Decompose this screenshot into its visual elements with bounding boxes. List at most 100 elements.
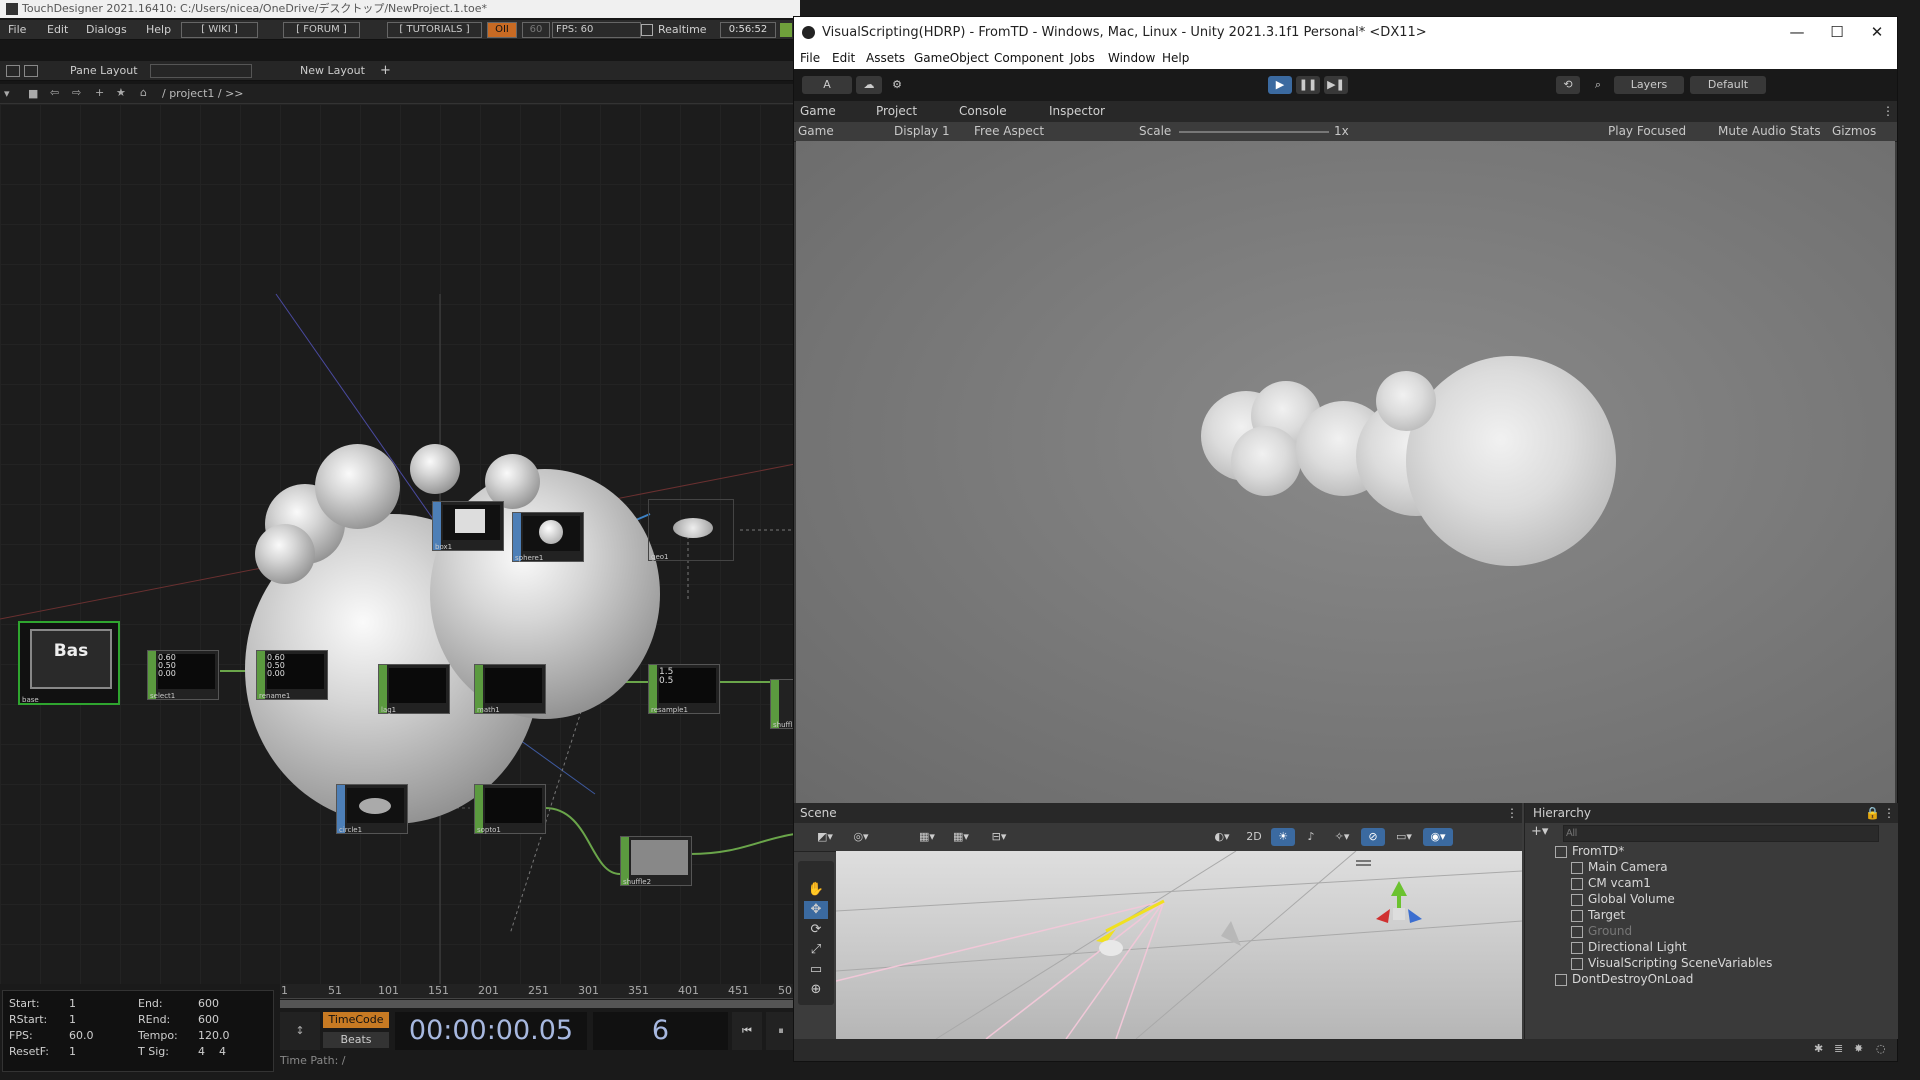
- tab-hierarchy[interactable]: Hierarchy: [1533, 806, 1591, 820]
- tab-inspector[interactable]: Inspector: [1049, 104, 1105, 118]
- hierarchy-more-icon[interactable]: ⋮: [1883, 806, 1895, 820]
- hidden-objects-icon[interactable]: ⊘: [1361, 828, 1385, 846]
- hierarchy-item-ground[interactable]: Ground: [1525, 923, 1920, 939]
- timeline-mode-toggle[interactable]: ↕: [280, 1012, 320, 1050]
- rewind-button[interactable]: ⏮: [732, 1012, 762, 1050]
- base-comp-node[interactable]: Bas base: [18, 621, 120, 705]
- display-dropdown[interactable]: Display 1: [894, 124, 950, 138]
- time-path[interactable]: Time Path: /: [280, 1054, 880, 1070]
- td-dropdown-icon[interactable]: ▾: [4, 87, 10, 100]
- search-icon[interactable]: ⌕: [1586, 76, 1610, 94]
- timecode-display[interactable]: 00:00:00.05: [395, 1012, 587, 1050]
- create-dropdown[interactable]: +▾: [1531, 824, 1555, 840]
- td-oii-indicator[interactable]: OII: [487, 22, 517, 38]
- bug-icon[interactable]: ✱: [1814, 1042, 1823, 1055]
- fps-value[interactable]: 60.0: [69, 1029, 94, 1042]
- td-network-path[interactable]: / project1 / >>: [162, 87, 244, 100]
- tab-scene[interactable]: Scene: [800, 806, 837, 820]
- unity-menu-help[interactable]: Help: [1162, 51, 1189, 65]
- td-back-icon[interactable]: ⇦: [50, 86, 59, 99]
- check-icon[interactable]: ◌: [1876, 1042, 1886, 1055]
- scale-tool-icon[interactable]: ⤢: [804, 941, 828, 959]
- layout-dropdown[interactable]: Default: [1690, 76, 1766, 94]
- scene-view[interactable]: [836, 851, 1522, 1039]
- hierarchy-item-fromtd[interactable]: FromTD*: [1525, 843, 1920, 859]
- sphere-sop-node[interactable]: sphere1: [512, 512, 584, 562]
- hierarchy-search-input[interactable]: [1563, 825, 1879, 842]
- tsig-value[interactable]: 4 4: [198, 1045, 226, 1058]
- unity-menu-jobs[interactable]: Jobs: [1070, 51, 1095, 65]
- td-wiki-link[interactable]: [ WIKI ]: [181, 22, 258, 38]
- account-dropdown[interactable]: A: [802, 76, 852, 94]
- effects-dropdown[interactable]: ✧▾: [1327, 828, 1357, 846]
- unity-menu-edit[interactable]: Edit: [832, 51, 855, 65]
- move-tool-icon[interactable]: ✥: [804, 901, 828, 919]
- scene-2d-toggle[interactable]: 2D: [1241, 828, 1267, 846]
- rotate-tool-icon[interactable]: ⟳: [804, 921, 828, 939]
- sopto-chop-node[interactable]: sopto1: [474, 784, 546, 834]
- td-forum-link[interactable]: [ FORUM ]: [283, 22, 360, 38]
- hierarchy-item-dontdestroyonload[interactable]: DontDestroyOnLoad: [1525, 971, 1920, 987]
- td-home-icon[interactable]: [6, 65, 20, 77]
- stack-icon[interactable]: ≣: [1834, 1042, 1843, 1055]
- lag-chop-node[interactable]: lag1: [378, 664, 450, 714]
- gizmos-toggle[interactable]: Gizmos: [1832, 124, 1876, 138]
- cloud-icon[interactable]: ☁: [856, 76, 882, 94]
- select-chop-node[interactable]: 0.60 0.50 0.00 select1: [147, 650, 219, 700]
- audio-toggle-icon[interactable]: ♪: [1299, 828, 1323, 846]
- add-layout-icon[interactable]: +: [380, 63, 391, 78]
- step-button[interactable]: ▶❚: [1324, 76, 1348, 94]
- start-value[interactable]: 1: [69, 997, 76, 1010]
- snap-icon[interactable]: ⊟▾: [984, 828, 1014, 846]
- hand-tool-icon[interactable]: ✋: [804, 881, 828, 899]
- td-tutorials-link[interactable]: [ TUTORIALS ]: [387, 22, 482, 38]
- td-home-path-icon[interactable]: ⌂: [140, 86, 147, 99]
- tab-console[interactable]: Console: [959, 104, 1007, 118]
- rstart-value[interactable]: 1: [69, 1013, 76, 1026]
- td-split-icon[interactable]: [24, 65, 38, 77]
- play-button[interactable]: ▶: [1268, 76, 1292, 94]
- rect-tool-icon[interactable]: ▭: [804, 961, 828, 979]
- transform-tool-icon[interactable]: ⊕: [804, 981, 828, 999]
- td-menu-help[interactable]: Help: [146, 23, 171, 36]
- layers-dropdown[interactable]: Layers: [1614, 76, 1684, 94]
- history-icon[interactable]: ⟲: [1556, 76, 1580, 94]
- resetf-value[interactable]: 1: [69, 1045, 76, 1058]
- timeline-range-bar[interactable]: [280, 1000, 800, 1008]
- close-icon[interactable]: ✕: [1857, 17, 1897, 48]
- shuffle-chop-node[interactable]: shuffl: [770, 679, 795, 729]
- game-view[interactable]: [796, 141, 1895, 803]
- circle-sop-node[interactable]: circle1: [336, 784, 408, 834]
- box-sop-node[interactable]: box1: [432, 501, 504, 551]
- timecode-button[interactable]: TimeCode: [323, 1012, 389, 1028]
- shuffle2-chop-node[interactable]: shuffle2: [620, 836, 692, 886]
- scale-slider[interactable]: [1179, 131, 1329, 133]
- hierarchy-item-global-volume[interactable]: Global Volume: [1525, 891, 1920, 907]
- mute-audio-toggle[interactable]: Mute Audio: [1718, 124, 1786, 138]
- td-network-editor[interactable]: Bas base 0.60 0.50 0.00 select1 0.60 0.5…: [0, 104, 795, 984]
- td-add-icon[interactable]: +: [95, 86, 104, 99]
- unity-menu-component[interactable]: Component: [994, 51, 1064, 65]
- td-menu-dialogs[interactable]: Dialogs: [86, 23, 127, 36]
- math-chop-node[interactable]: math1: [474, 664, 546, 714]
- collab-icon[interactable]: ⚙: [886, 76, 908, 94]
- unity-menu-window[interactable]: Window: [1108, 51, 1155, 65]
- beats-button[interactable]: Beats: [323, 1032, 389, 1048]
- unity-menu-file[interactable]: File: [800, 51, 820, 65]
- more-options-icon[interactable]: ⋮: [1882, 104, 1894, 118]
- lock-icon[interactable]: 🔒: [1865, 806, 1880, 820]
- gizmos-dropdown[interactable]: ◉▾: [1423, 828, 1453, 846]
- tab-game[interactable]: Game: [800, 104, 836, 118]
- draw-mode-dropdown[interactable]: ◩▾: [810, 828, 840, 846]
- hierarchy-item-main-camera[interactable]: Main Camera: [1525, 859, 1920, 875]
- td-menu-edit[interactable]: Edit: [47, 23, 68, 36]
- rend-value[interactable]: 600: [198, 1013, 219, 1026]
- maximize-icon[interactable]: ☐: [1817, 17, 1857, 48]
- hierarchy-item-directional-light[interactable]: Directional Light: [1525, 939, 1920, 955]
- td-stop-icon[interactable]: ■: [28, 87, 38, 100]
- stats-toggle[interactable]: Stats: [1790, 124, 1821, 138]
- hierarchy-item-target[interactable]: Target: [1525, 907, 1920, 923]
- aspect-dropdown[interactable]: Free Aspect: [974, 124, 1044, 138]
- new-layout-label[interactable]: New Layout: [300, 64, 365, 77]
- end-value[interactable]: 600: [198, 997, 219, 1010]
